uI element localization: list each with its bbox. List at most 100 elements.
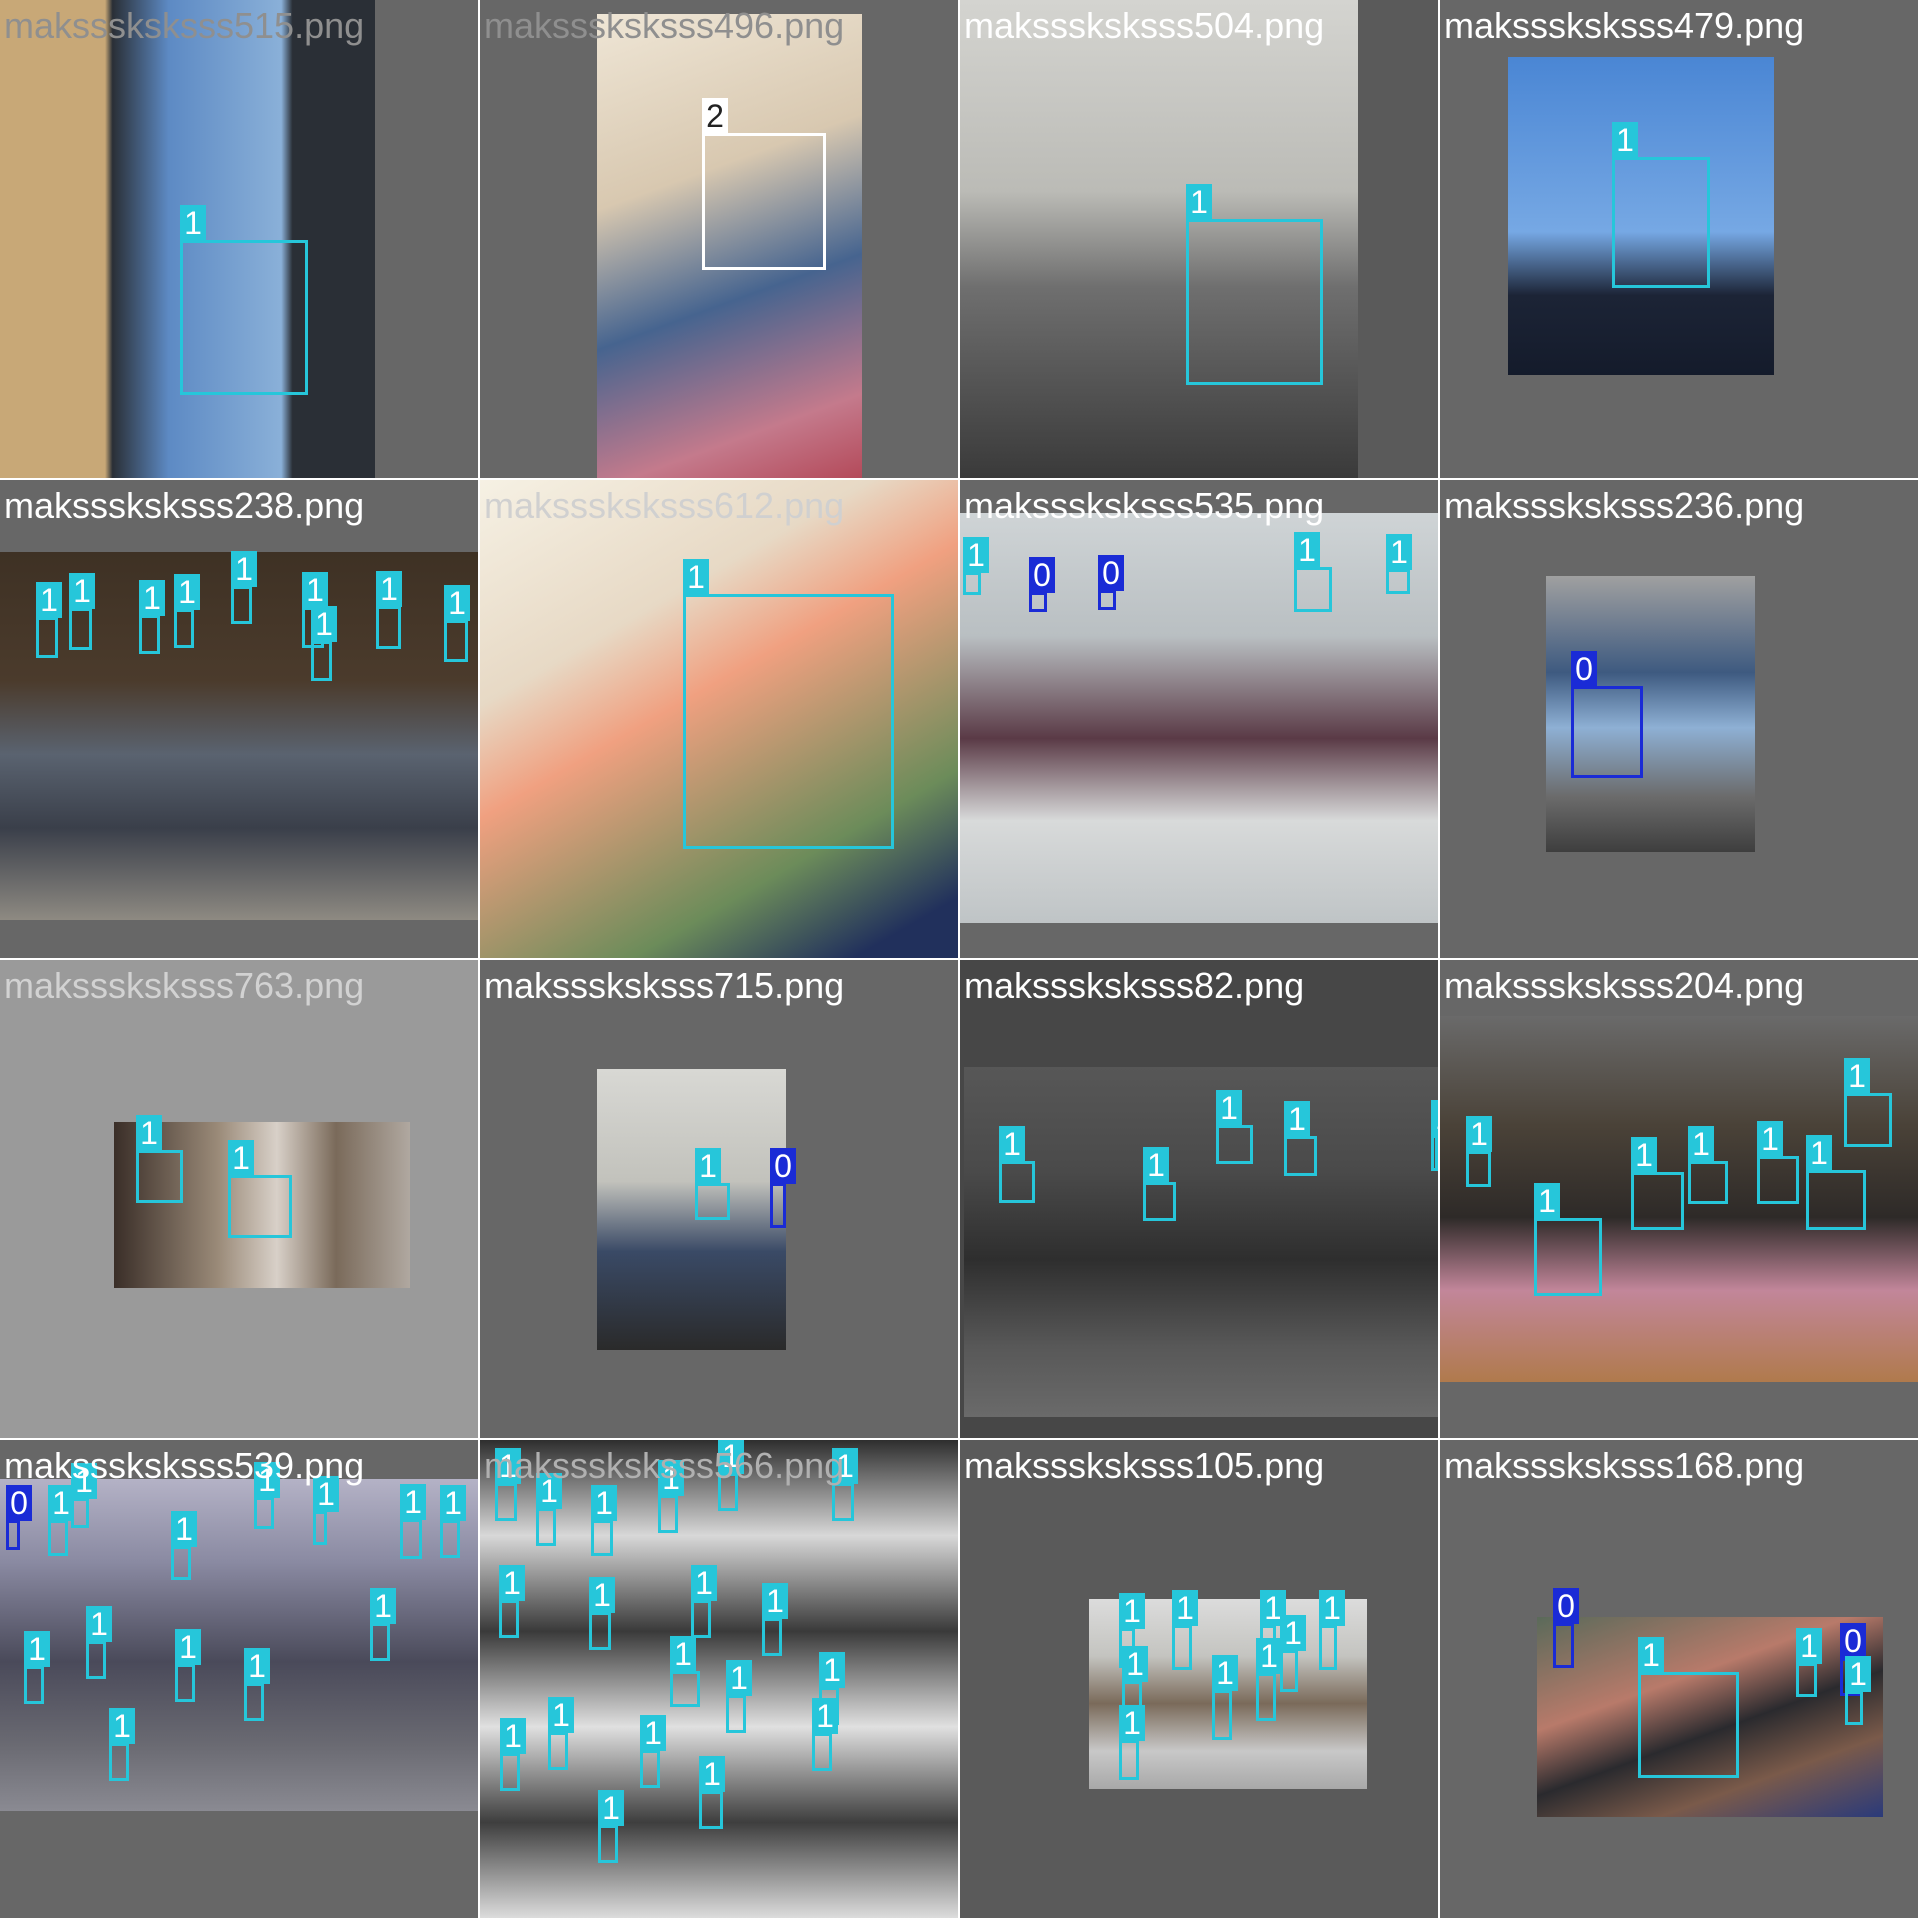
- detection-box: 1: [136, 1115, 183, 1203]
- detection-box: 1: [1256, 1638, 1282, 1721]
- mosaic-tile: 1 0 maksssksksss715.png: [480, 960, 958, 1438]
- detection-box: 1: [1431, 1100, 1438, 1171]
- detection-class-label: 1: [1119, 1705, 1145, 1741]
- detection-class-label: 0: [1840, 1623, 1866, 1659]
- mosaic-tile: 1 1 1 1 1 1 1 1 1 maksssksksss105.png: [960, 1440, 1438, 1918]
- detection-class-label: 1: [1534, 1183, 1560, 1219]
- detection-class-label: 1: [536, 1473, 562, 1509]
- detection-box: 1: [1280, 1615, 1306, 1692]
- detection-box: 1: [640, 1715, 666, 1788]
- detection-class-label: 1: [819, 1652, 845, 1688]
- tile-filename: maksssksksss204.png: [1444, 965, 1805, 1006]
- mosaic-tile: 0 1 1 0 1 maksssksksss168.png: [1440, 1440, 1918, 1918]
- detection-class-label: 1: [670, 1636, 696, 1672]
- mosaic-tile: 1 maksssksksss612.png: [480, 480, 958, 958]
- detection-class-label: 1: [1688, 1126, 1714, 1162]
- detection-class-label: 1: [139, 580, 165, 616]
- detection-class-label: 1: [1844, 1058, 1870, 1094]
- detection-class-label: 1: [109, 1708, 135, 1744]
- detection-box: 1: [311, 606, 337, 681]
- detection-class-label: 2: [702, 98, 728, 134]
- detection-class-label: 1: [313, 1476, 339, 1512]
- detection-class-label: 1: [658, 1460, 684, 1496]
- detection-class-label: 1: [699, 1756, 725, 1792]
- mosaic-tile: 1 maksssksksss479.png: [1440, 0, 1918, 478]
- detection-box: 1: [499, 1565, 525, 1638]
- detection-class-label: 1: [1212, 1655, 1238, 1691]
- detection-box: 1: [231, 551, 257, 624]
- detection-box: 1: [536, 1473, 562, 1546]
- detection-class-label: 1: [302, 572, 328, 608]
- detection-mosaic: 1 maksssksksss515.png 2 maksssksksss496.png…: [0, 0, 1920, 1920]
- detection-box: 1: [1757, 1121, 1799, 1204]
- detection-class-label: 1: [400, 1484, 426, 1520]
- detection-class-label: 1: [1186, 184, 1212, 220]
- detection-box: 1: [1294, 532, 1332, 612]
- mosaic-tile: 1 maksssksksss504.png: [960, 0, 1438, 478]
- detection-box: 0: [1029, 557, 1055, 612]
- detection-class-label: 1: [500, 1718, 526, 1754]
- detection-box: 1: [598, 1790, 624, 1863]
- detection-class-label: 0: [1571, 651, 1597, 687]
- detection-class-label: 1: [598, 1790, 624, 1826]
- detection-box: 1: [180, 205, 308, 395]
- detection-class-label: 1: [1143, 1147, 1169, 1183]
- detection-box: 1: [1631, 1137, 1684, 1230]
- detection-box: 1: [1386, 534, 1412, 594]
- detection-class-label: 1: [963, 537, 989, 573]
- detection-class-label: 1: [228, 1140, 254, 1176]
- detection-box: 1: [658, 1460, 684, 1533]
- detection-box: 1: [1119, 1705, 1145, 1780]
- detection-box: 1: [313, 1476, 339, 1545]
- detection-class-label: 1: [1284, 1101, 1310, 1137]
- tile-filename: maksssksksss105.png: [964, 1445, 1325, 1486]
- detection-box: 1: [24, 1631, 50, 1704]
- detection-class-label: 1: [1757, 1121, 1783, 1157]
- tile-filename: maksssksksss168.png: [1444, 1445, 1805, 1486]
- detection-box: 1: [139, 580, 165, 654]
- mosaic-tile: 1 1 maksssksksss763.png: [0, 960, 478, 1438]
- detection-box: 1: [1534, 1183, 1602, 1296]
- detection-box: 1: [109, 1708, 135, 1781]
- detection-class-label: 1: [1280, 1615, 1306, 1651]
- mosaic-tile: 0 1 1 1 1 1 1 1 1 1 1 1 1 1 maksssksksss539.png: [0, 1440, 478, 1918]
- detection-class-label: 1: [591, 1485, 617, 1521]
- detection-box: 1: [440, 1485, 466, 1558]
- detection-box: 1: [48, 1485, 74, 1556]
- detection-class-label: 1: [175, 1629, 201, 1665]
- detection-class-label: 1: [36, 582, 62, 618]
- detection-class-label: 1: [1172, 1590, 1198, 1626]
- detection-box: 1: [1612, 122, 1710, 288]
- detection-class-label: 0: [770, 1148, 796, 1184]
- detection-box: 1: [762, 1583, 788, 1656]
- detection-class-label: 1: [1386, 534, 1412, 570]
- detection-class-label: 1: [370, 1588, 396, 1624]
- detection-class-label: 1: [1294, 532, 1320, 568]
- detection-class-label: 1: [1122, 1646, 1148, 1682]
- detection-class-label: 1: [832, 1448, 858, 1484]
- detection-box: 1: [36, 582, 62, 658]
- detection-class-label: 1: [136, 1115, 162, 1151]
- mosaic-tile: 1 1 1 1 1 1 1 1 1 maksssksksss238.png: [0, 480, 478, 958]
- detection-class-label: 1: [1256, 1638, 1282, 1674]
- detection-class-label: 1: [1638, 1637, 1664, 1673]
- detection-box: 1: [444, 585, 470, 662]
- detection-box: 1: [1638, 1637, 1739, 1778]
- detection-box: 1: [670, 1636, 700, 1707]
- detection-class-label: 1: [231, 551, 257, 587]
- detection-class-label: 1: [174, 574, 200, 610]
- detection-class-label: 1: [812, 1698, 838, 1734]
- detection-box: 1: [370, 1588, 396, 1661]
- tile-filename: maksssksksss715.png: [484, 965, 845, 1006]
- detection-class-label: 1: [71, 1463, 97, 1499]
- detection-class-label: 1: [69, 573, 95, 609]
- detection-class-label: 1: [1845, 1656, 1871, 1692]
- mosaic-tile: 0 maksssksksss236.png: [1440, 480, 1918, 958]
- detection-class-label: 1: [1796, 1628, 1822, 1664]
- detection-box: 1: [376, 571, 402, 649]
- detection-box: 1: [86, 1606, 112, 1679]
- detection-box: 1: [1806, 1135, 1866, 1230]
- detection-class-label: 1: [24, 1631, 50, 1667]
- tile-photo: [597, 1069, 786, 1350]
- detection-box: 1: [174, 574, 200, 648]
